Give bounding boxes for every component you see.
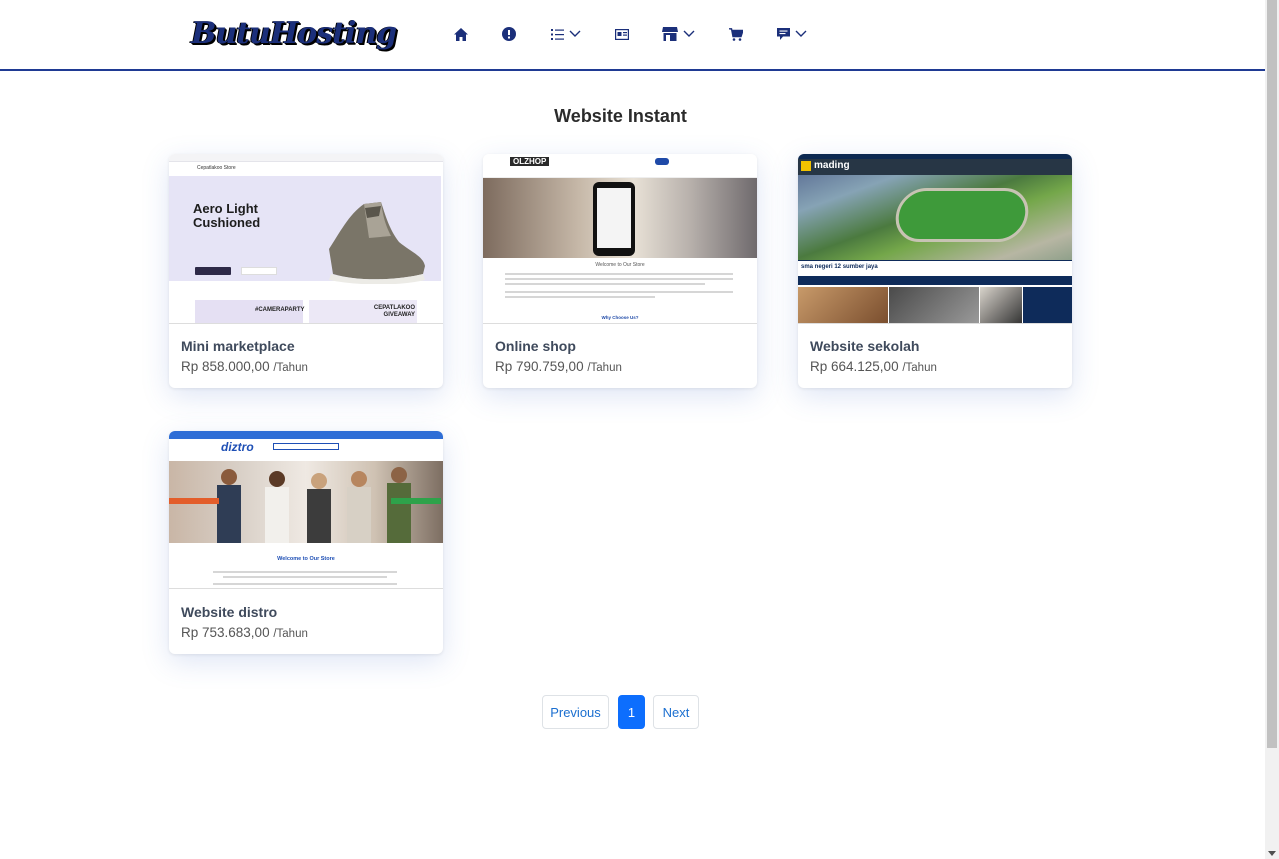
scrollbar-thumb[interactable] (1267, 0, 1277, 748)
chevron-down-icon (795, 30, 807, 37)
product-name: Website distro (181, 604, 278, 620)
product-card-website-sekolah[interactable]: mading sma negeri 12 sumber jaya Website… (798, 154, 1072, 388)
logo-text: ButuHosting (191, 16, 397, 51)
product-price: Rp 664.125,00 /Tahun (810, 359, 937, 374)
preview-brand: OLZHOP (510, 157, 550, 166)
nav-cart[interactable] (729, 24, 743, 44)
info-circle-icon (502, 27, 516, 41)
chevron-down-icon (683, 30, 695, 37)
preview-headline: Aero Light Cushioned (193, 201, 261, 230)
product-price: Rp 858.000,00 /Tahun (181, 359, 308, 374)
scroll-down-arrow-icon[interactable] (1268, 851, 1276, 856)
list-icon (551, 28, 564, 40)
comment-icon (777, 27, 790, 40)
pagination-next[interactable]: Next (653, 695, 699, 729)
page-scrollbar[interactable] (1265, 0, 1279, 859)
product-price: Rp 790.759,00 /Tahun (495, 359, 622, 374)
nav-store-dropdown[interactable] (662, 24, 695, 44)
preview-promo-2: CEPATLAKOO GIVEAWAY (373, 305, 415, 318)
top-navbar: ButuHosting (0, 0, 1265, 71)
preview-brand: Cepatlakoo Store (197, 165, 236, 171)
product-name: Online shop (495, 338, 576, 354)
preview-brand: diztro (221, 440, 254, 454)
product-price: Rp 753.683,00 /Tahun (181, 625, 308, 640)
id-card-icon (615, 28, 629, 40)
preview-welcome: Welcome to Our Store (277, 556, 335, 562)
shoe-image (329, 202, 425, 284)
people-image (217, 467, 411, 543)
product-card-online-shop[interactable]: OLZHOP Welcome to Our Store Why Choose U… (483, 154, 757, 388)
product-card-website-distro[interactable]: diztro Welcome to Our Store Website dist… (169, 431, 443, 654)
product-card-mini-marketplace[interactable]: Cepatlakoo Store Aero Light Cushioned #CA… (169, 154, 443, 388)
site-logo[interactable]: ButuHosting (191, 14, 397, 58)
preview-brand: mading (814, 160, 850, 171)
nav-home[interactable] (454, 24, 468, 44)
preview-promo-1: #CAMERAPARTY (255, 307, 305, 313)
product-name: Mini marketplace (181, 338, 295, 354)
product-name: Website sekolah (810, 338, 920, 354)
preview-welcome: Welcome to Our Store (595, 262, 645, 268)
preview-school: sma negeri 12 sumber jaya (801, 264, 878, 270)
nav-comment-dropdown[interactable] (777, 24, 807, 44)
product-thumbnail: mading sma negeri 12 sumber jaya (798, 154, 1072, 324)
pagination-previous[interactable]: Previous (542, 695, 609, 729)
nav-id-card[interactable] (615, 24, 629, 44)
cart-icon (729, 27, 743, 41)
page-title: Website Instant (554, 106, 687, 126)
store-icon (662, 27, 678, 41)
product-thumbnail: OLZHOP Welcome to Our Store Why Choose U… (483, 154, 757, 324)
product-thumbnail: Cepatlakoo Store Aero Light Cushioned #CA… (169, 154, 443, 324)
home-icon (454, 27, 468, 41)
product-thumbnail: diztro Welcome to Our Store (169, 431, 443, 589)
nav-info[interactable] (502, 24, 516, 44)
nav-list-dropdown[interactable] (551, 24, 581, 44)
preview-why: Why Choose Us? (601, 315, 639, 320)
pagination-page-1[interactable]: 1 (618, 695, 645, 729)
chevron-down-icon (569, 30, 581, 37)
